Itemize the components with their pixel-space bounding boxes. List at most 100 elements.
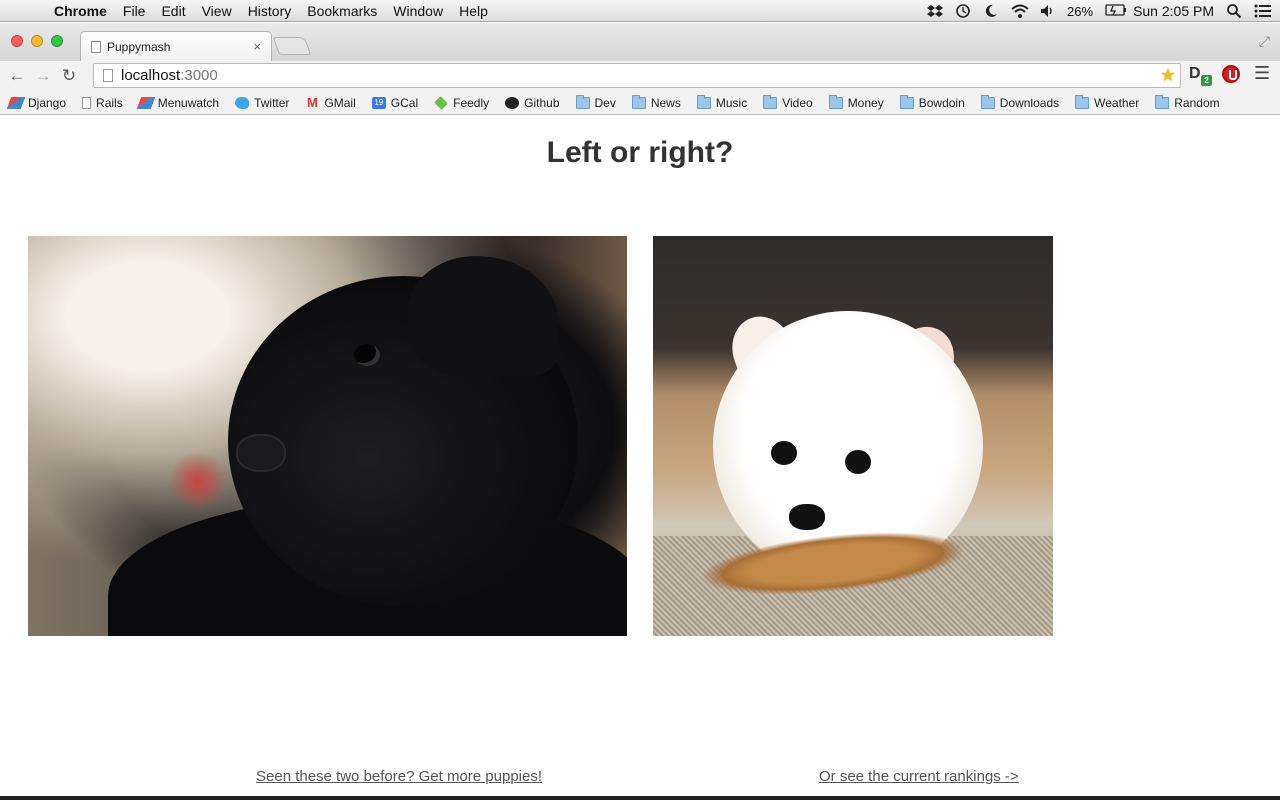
bookmark-django[interactable]: Django: [0, 96, 73, 110]
browser-toolbar: ← → ↻ localhost:3000 ★ D2 ☰: [0, 61, 1280, 91]
folder-icon: [696, 94, 711, 109]
menu-bookmarks[interactable]: Bookmarks: [299, 0, 385, 22]
bookmark-label: Twitter: [254, 95, 290, 110]
folder-icon: [575, 94, 590, 109]
chrome-menu-icon[interactable]: ☰: [1254, 63, 1270, 84]
gcal-icon: 19: [371, 96, 386, 109]
page-title: Left or right?: [546, 136, 734, 169]
folder-icon: [1075, 94, 1090, 109]
moon-icon[interactable]: [983, 3, 999, 19]
bookmark-label: Music: [715, 95, 748, 110]
more-puppies-link[interactable]: Seen these two before? Get more puppies!: [256, 768, 542, 785]
tab-strip: Puppymash × ⤢: [0, 23, 1280, 61]
window-zoom-button[interactable]: [51, 35, 63, 47]
menu-history[interactable]: History: [240, 0, 300, 22]
battery-percent: 26%: [1067, 3, 1094, 19]
url-port: :3000: [180, 67, 218, 84]
menu-extras: 26% Sun 2:05 PM: [927, 0, 1271, 22]
django-icon: [6, 96, 26, 109]
forward-button[interactable]: →: [30, 63, 56, 89]
puppy-eye: [771, 441, 797, 465]
adblock-extension-icon[interactable]: [1222, 65, 1240, 83]
menu-file[interactable]: File: [115, 0, 154, 22]
window-bottom-edge: [0, 796, 1280, 800]
rankings-link[interactable]: Or see the current rankings ->: [819, 768, 1019, 785]
bookmark-label: Downloads: [999, 95, 1060, 110]
bookmark-label: GMail: [324, 95, 356, 110]
bookmark-gcal[interactable]: 19 GCal: [363, 96, 425, 110]
menu-view[interactable]: View: [194, 0, 240, 22]
bookmark-folder-video[interactable]: Video: [754, 94, 819, 110]
bookmark-label: News: [650, 95, 681, 110]
extension-badge: 2: [1201, 75, 1212, 86]
bookmark-folder-bowdoin[interactable]: Bowdoin: [891, 94, 972, 110]
menuwatch-icon: [136, 96, 155, 109]
github-icon: [505, 96, 520, 109]
puppy-eye: [354, 344, 380, 366]
battery-icon[interactable]: [1105, 3, 1127, 19]
spotlight-search-icon[interactable]: [1226, 3, 1242, 19]
bookmark-feedly[interactable]: Feedly: [425, 96, 496, 110]
bookmark-star-icon[interactable]: ★: [1160, 65, 1176, 86]
menu-app-name[interactable]: Chrome: [46, 0, 115, 22]
bookmark-rails[interactable]: Rails: [73, 96, 130, 110]
bookmark-folder-downloads[interactable]: Downloads: [972, 94, 1066, 110]
folder-icon: [828, 94, 843, 109]
bookmark-folder-news[interactable]: News: [623, 94, 688, 110]
bookmark-label: Feedly: [453, 95, 490, 110]
tab-close-icon[interactable]: ×: [253, 39, 261, 54]
page-content: Left or right? Seen these two before? Ge…: [0, 116, 1280, 796]
menu-window[interactable]: Window: [385, 0, 451, 22]
dropbox-icon[interactable]: [927, 3, 944, 19]
bookmark-folder-music[interactable]: Music: [688, 94, 754, 110]
address-bar[interactable]: localhost:3000 ★: [93, 63, 1181, 88]
menubar-clock[interactable]: Sun 2:05 PM: [1133, 3, 1214, 19]
bookmark-label: Django: [28, 95, 67, 110]
left-puppy-photo[interactable]: [28, 236, 627, 636]
extension-d-label: D: [1189, 65, 1201, 82]
puppy-ear: [408, 256, 558, 376]
page-icon: [103, 69, 113, 82]
bookmark-folder-dev[interactable]: Dev: [567, 94, 623, 110]
back-button[interactable]: ←: [4, 63, 30, 89]
bookmark-twitter[interactable]: Twitter: [226, 96, 296, 110]
bookmark-folder-random[interactable]: Random: [1146, 94, 1226, 110]
bookmark-folder-money[interactable]: Money: [820, 94, 891, 110]
window-minimize-button[interactable]: [31, 35, 43, 47]
folder-icon: [1155, 94, 1170, 109]
menu-edit[interactable]: Edit: [153, 0, 193, 22]
folder-icon: [899, 94, 914, 109]
reload-button[interactable]: ↻: [56, 63, 82, 89]
folder-icon: [763, 94, 778, 109]
bookmark-gmail[interactable]: M GMail: [296, 96, 362, 110]
page-icon: [91, 40, 101, 53]
bookmark-github[interactable]: Github: [496, 96, 566, 110]
right-puppy-photo[interactable]: [653, 236, 1053, 636]
volume-icon[interactable]: [1039, 3, 1055, 19]
puppy-nose: [238, 436, 284, 470]
wifi-icon[interactable]: [1011, 3, 1029, 19]
puppy-nose: [789, 504, 825, 530]
tab-puppymash[interactable]: Puppymash ×: [80, 31, 272, 61]
folder-icon: [980, 94, 995, 109]
bookmark-label: Rails: [96, 95, 123, 110]
tab-title: Puppymash: [107, 39, 171, 54]
menu-help[interactable]: Help: [451, 0, 496, 22]
feedly-icon: [434, 95, 449, 110]
notification-center-icon[interactable]: [1254, 3, 1271, 19]
bookmark-label: Video: [782, 95, 813, 110]
bookmark-folder-weather[interactable]: Weather: [1066, 94, 1146, 110]
url-host: localhost: [121, 67, 181, 84]
bookmark-label: GCal: [390, 95, 419, 110]
time-machine-icon[interactable]: [955, 3, 971, 19]
new-tab-button[interactable]: [272, 37, 312, 55]
page-icon: [82, 96, 92, 109]
fullscreen-icon[interactable]: ⤢: [1259, 33, 1270, 50]
bookmark-label: Random: [1174, 95, 1220, 110]
window-close-button[interactable]: [11, 35, 23, 47]
bookmark-menuwatch[interactable]: Menuwatch: [130, 96, 226, 110]
bookmark-label: Github: [524, 95, 560, 110]
bookmark-label: Weather: [1094, 95, 1140, 110]
gmail-icon: M: [307, 94, 318, 110]
extension-d-icon[interactable]: D2: [1189, 65, 1212, 86]
